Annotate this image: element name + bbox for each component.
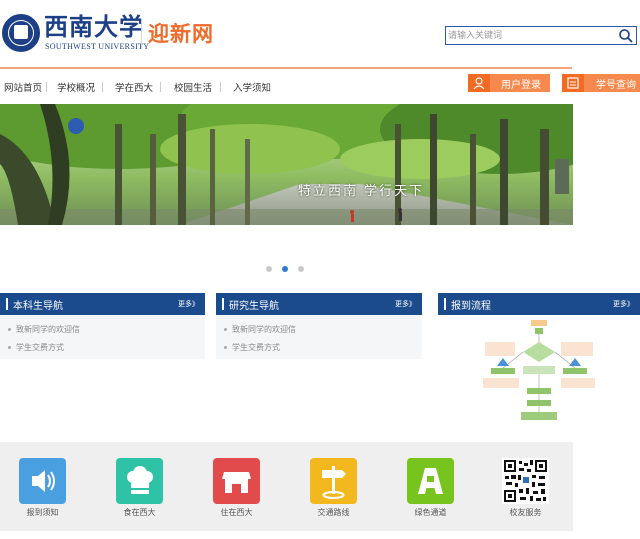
nav-separator bbox=[102, 82, 103, 92]
student-id-query-label: 学号查询 bbox=[596, 80, 636, 91]
header: 西南大学 SOUTHWEST UNIVERSITY 迎新网 bbox=[0, 0, 640, 69]
university-seal-logo[interactable] bbox=[2, 14, 40, 52]
list-item[interactable]: 致新同学的欢迎信 bbox=[8, 324, 80, 335]
list-item[interactable]: 致新同学的欢迎信 bbox=[224, 324, 296, 335]
university-name[interactable]: 西南大学 bbox=[44, 13, 144, 41]
user-icon bbox=[468, 74, 490, 92]
main-nav: 网站首页 学校概况 学在西大 校园生活 入学须知 用户登录 学号查询 bbox=[0, 74, 640, 98]
campus-banner-image bbox=[0, 104, 573, 225]
speaker-icon bbox=[19, 458, 66, 504]
more-link[interactable]: 更多》 bbox=[613, 299, 634, 309]
panel-header: 报到流程 更多》 bbox=[438, 293, 640, 315]
qr-code-icon bbox=[502, 458, 549, 504]
user-login-label: 用户登录 bbox=[501, 80, 541, 91]
carousel-indicators bbox=[266, 266, 310, 276]
panel-title: 研究生导航 bbox=[229, 301, 279, 312]
carousel-dot[interactable] bbox=[266, 266, 272, 272]
panel-header: 本科生导航 更多》 bbox=[0, 293, 205, 315]
service-transportation[interactable]: 交通路线 bbox=[305, 458, 365, 526]
university-english-name: SOUTHWEST UNIVERSITY bbox=[45, 42, 150, 51]
registration-flowchart-image[interactable] bbox=[483, 318, 595, 422]
search-box bbox=[445, 26, 637, 45]
nav-separator bbox=[160, 82, 161, 92]
student-id-query-button[interactable]: 学号查询 bbox=[562, 74, 640, 92]
site-name: 迎新网 bbox=[148, 22, 214, 46]
list-item[interactable]: 学生交费方式 bbox=[8, 342, 64, 353]
nav-separator bbox=[220, 82, 221, 92]
panel-title: 报到流程 bbox=[451, 301, 491, 312]
registration-process-panel: 报到流程 更多》 bbox=[438, 293, 640, 423]
more-link[interactable]: 更多》 bbox=[178, 299, 199, 309]
search-input[interactable] bbox=[448, 28, 618, 43]
shop-icon bbox=[213, 458, 260, 504]
undergraduate-guide-panel: 本科生导航 更多》 致新同学的欢迎信 学生交费方式 bbox=[0, 293, 205, 359]
list-item[interactable]: 学生交费方式 bbox=[224, 342, 280, 353]
banner-slogan: 特立西南 学行天下 bbox=[298, 184, 425, 199]
signpost-icon bbox=[310, 458, 357, 504]
nav-separator bbox=[46, 82, 47, 92]
panel-body: 致新同学的欢迎信 学生交费方式 bbox=[0, 315, 205, 359]
nav-school-overview[interactable]: 学校概况 bbox=[57, 80, 95, 94]
service-dining[interactable]: 食在西大 bbox=[111, 458, 171, 526]
letter-a-icon bbox=[407, 458, 454, 504]
nav-admission-notes[interactable]: 入学须知 bbox=[233, 80, 271, 94]
nav-campus-life[interactable]: 校园生活 bbox=[174, 80, 212, 94]
user-login-button[interactable]: 用户登录 bbox=[468, 74, 550, 92]
carousel-dot[interactable] bbox=[298, 266, 304, 272]
panel-title: 本科生导航 bbox=[13, 301, 63, 312]
carousel-dot-active[interactable] bbox=[282, 266, 288, 272]
nav-study[interactable]: 学在西大 bbox=[115, 80, 153, 94]
logo-divider bbox=[141, 18, 142, 48]
banner-carousel[interactable]: 特立西南 学行天下 bbox=[0, 104, 573, 225]
panel-body: 致新同学的欢迎信 学生交费方式 bbox=[216, 315, 422, 359]
panel-header: 研究生导航 更多》 bbox=[216, 293, 422, 315]
header-divider bbox=[0, 67, 572, 69]
service-green-channel[interactable]: 绿色通道 bbox=[402, 458, 462, 526]
more-link[interactable]: 更多》 bbox=[395, 299, 416, 309]
nav-home[interactable]: 网站首页 bbox=[4, 80, 42, 94]
service-housing[interactable]: 住在西大 bbox=[208, 458, 268, 526]
id-card-icon bbox=[562, 74, 584, 92]
search-icon[interactable] bbox=[618, 28, 634, 44]
service-registration-notes[interactable]: 报到须知 bbox=[14, 458, 74, 526]
graduate-guide-panel: 研究生导航 更多》 致新同学的欢迎信 学生交费方式 bbox=[216, 293, 422, 359]
quick-services: 报到须知 食在西大 住在西大 交通路线 绿色通道 校友服务 bbox=[0, 442, 573, 531]
chef-hat-icon bbox=[116, 458, 163, 504]
service-alumni[interactable]: 校友服务 bbox=[497, 458, 557, 526]
